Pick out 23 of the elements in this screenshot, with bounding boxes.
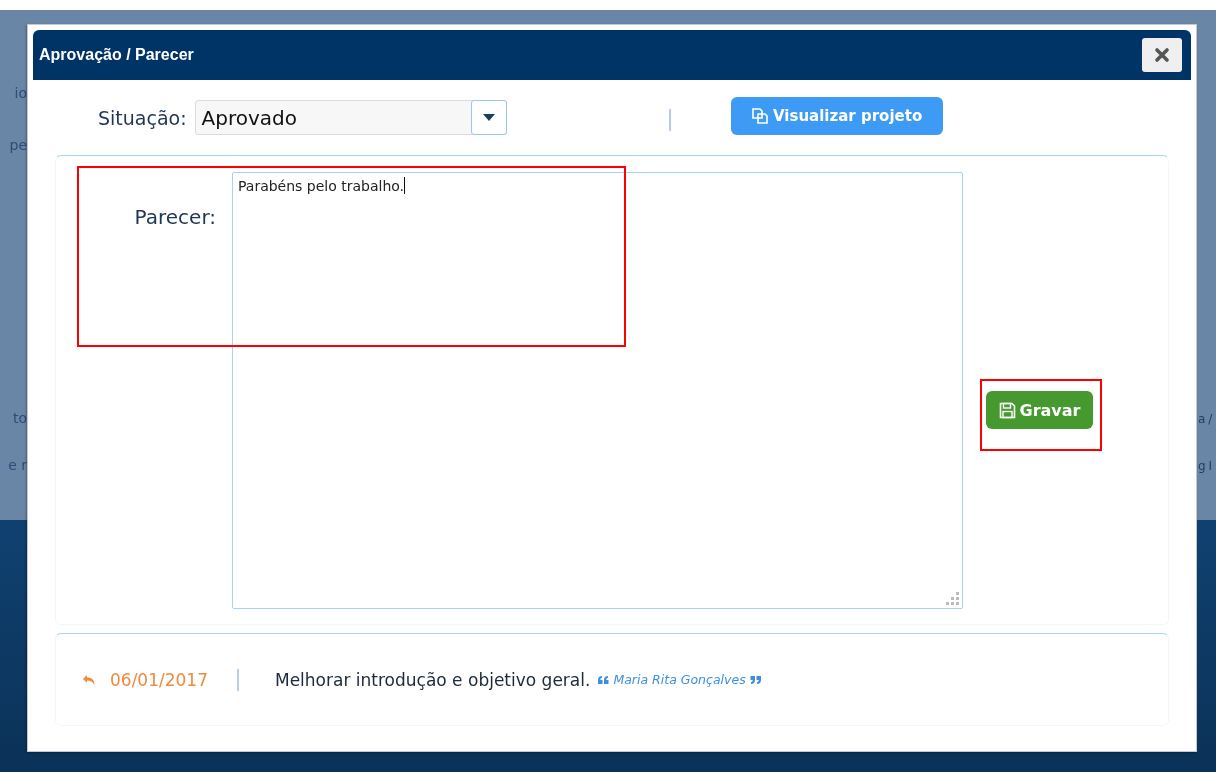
background-text: a /: [1198, 411, 1212, 428]
resize-grip-icon: [946, 592, 960, 606]
dialog-title: Aprovação / Parecer: [39, 46, 194, 64]
close-button[interactable]: [1142, 38, 1182, 72]
field-label: Situação:: [98, 106, 187, 129]
background-text: g I: [1198, 458, 1212, 475]
reply-icon: [82, 673, 96, 686]
background-text: io: [14, 84, 27, 102]
open-quote-icon: [598, 675, 610, 684]
history-date: 06/01/2017: [110, 669, 208, 690]
history-author: Maria Rita Gonçalves: [613, 672, 746, 687]
close-quote-icon: [749, 675, 761, 684]
opinion-textarea[interactable]: Parabéns pelo trabalho.: [232, 172, 963, 609]
save-button[interactable]: Gravar: [986, 391, 1093, 429]
copy-icon: [751, 106, 769, 125]
caret-icon: [482, 114, 495, 121]
status-dropdown[interactable]: Aprovado: [194, 100, 507, 135]
background-text: e r: [8, 456, 27, 474]
history-comment: Melhorar introdução e objetivo geral.: [275, 669, 591, 690]
field-label: Parecer:: [133, 205, 217, 229]
background-text: to: [12, 409, 27, 427]
background-text: pe: [9, 136, 27, 154]
close-icon: [1154, 47, 1170, 63]
